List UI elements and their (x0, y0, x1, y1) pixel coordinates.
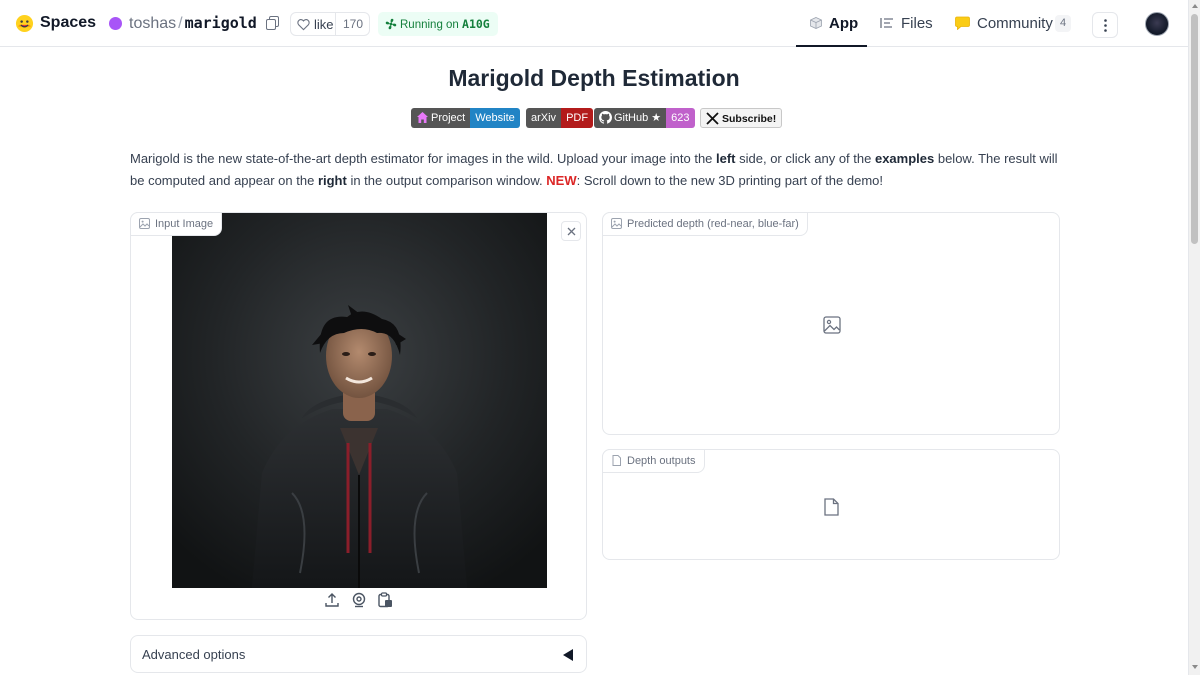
github-stars-badge[interactable]: GitHub ★ 623 (594, 108, 695, 128)
image-placeholder-icon (823, 316, 841, 334)
page-scrollbar[interactable] (1188, 0, 1200, 675)
home-icon (417, 112, 428, 123)
input-portrait-photo[interactable] (172, 213, 547, 588)
top-navbar: Spaces toshas / marigold like 170 Running … (0, 0, 1188, 47)
owner-link[interactable]: toshas (129, 15, 176, 32)
advanced-options-accordion[interactable]: Advanced options (130, 635, 587, 673)
intro-text-2: side, or click any of the (735, 151, 875, 166)
intro-bold-examples: examples (874, 151, 935, 166)
advanced-options-label: Advanced options (142, 647, 246, 662)
more-options-button[interactable] (1092, 12, 1118, 38)
breadcrumb-separator: / (178, 15, 183, 32)
depth-outputs-panel[interactable]: Depth outputs (602, 449, 1060, 560)
tab-community-label: Community (977, 15, 1053, 32)
hardware-label: A10G (462, 17, 490, 31)
subscribe-badge[interactable]: Subscribe! (700, 108, 783, 128)
intro-paragraph: Marigold is the new state-of-the-art dep… (130, 148, 1065, 192)
badge-subscribe-label: Subscribe! (722, 113, 777, 125)
repo-name-link[interactable]: marigold (185, 14, 257, 32)
image-icon (139, 218, 150, 229)
input-image-label-text: Input Image (155, 218, 214, 230)
predicted-depth-label: Predicted depth (red-near, blue-far) (602, 212, 808, 236)
like-count[interactable]: 170 (335, 13, 370, 35)
badge-github-label: GitHub ★ (614, 112, 662, 124)
tab-files-label: Files (901, 15, 933, 32)
heart-icon (297, 19, 310, 31)
tab-community[interactable]: Community 4 (955, 0, 1075, 47)
file-placeholder-icon (824, 498, 839, 516)
image-icon (611, 218, 622, 229)
clear-image-button[interactable] (561, 221, 581, 241)
badge-arxiv-label: arXiv (526, 108, 562, 128)
cube-icon (810, 17, 822, 29)
input-image-panel[interactable]: Input Image (130, 212, 587, 620)
files-icon (880, 18, 893, 28)
spaces-link[interactable]: Spaces (40, 14, 96, 32)
scroll-thumb[interactable] (1191, 14, 1198, 244)
vertical-dots-icon (1104, 19, 1107, 32)
intro-text-5: : Scroll down to the new 3D printing par… (576, 173, 884, 188)
user-avatar[interactable] (1145, 12, 1169, 36)
predicted-depth-label-text: Predicted depth (red-near, blue-far) (627, 218, 799, 230)
copy-icon[interactable] (266, 16, 279, 30)
badge-pdf-label: PDF (561, 108, 594, 128)
predicted-depth-panel[interactable]: Predicted depth (red-near, blue-far) (602, 212, 1060, 435)
community-icon (955, 16, 970, 30)
caret-left-icon[interactable] (563, 649, 573, 661)
github-icon (599, 111, 612, 124)
badge-stars-count: 623 (666, 108, 695, 128)
page-title: Marigold Depth Estimation (448, 65, 740, 91)
runtime-status-badge[interactable]: Running on A10G (378, 12, 498, 36)
image-source-toolbar (324, 592, 394, 610)
owner-avatar (109, 17, 122, 30)
badge-project-label: Project (431, 112, 466, 124)
tab-app-label: App (829, 15, 859, 32)
scroll-up-arrow-icon[interactable] (1192, 4, 1198, 8)
intro-bold-right: right (317, 173, 347, 188)
arxiv-pdf-badge[interactable]: arXiv PDF (526, 108, 594, 128)
community-count-badge: 4 (1055, 15, 1071, 32)
input-image-label: Input Image (130, 212, 223, 236)
badge-website-label: Website (470, 108, 520, 128)
scroll-down-arrow-icon[interactable] (1192, 665, 1198, 669)
intro-text-4: in the output comparison window. (346, 173, 547, 188)
file-icon (612, 455, 621, 466)
intro-text-1: Marigold is the new state-of-the-art dep… (130, 151, 717, 166)
upload-icon[interactable] (324, 592, 340, 608)
intro-bold-left: left (716, 151, 736, 166)
clipboard-paste-icon[interactable] (377, 592, 393, 608)
webcam-icon[interactable] (351, 592, 367, 608)
project-website-badge[interactable]: Project Website (411, 108, 520, 128)
depth-outputs-label-text: Depth outputs (627, 455, 696, 467)
like-label: like (314, 17, 334, 32)
x-logo-icon (706, 112, 719, 125)
repo-breadcrumb: toshas / marigold (129, 14, 257, 33)
hugging-face-logo-icon[interactable] (15, 14, 34, 33)
close-icon (567, 227, 576, 236)
tab-app[interactable]: App (796, 0, 867, 47)
running-label: Running on (400, 19, 459, 31)
intro-new-highlight: NEW (546, 173, 577, 188)
fan-icon (385, 18, 397, 30)
depth-outputs-label: Depth outputs (602, 449, 705, 473)
like-button[interactable]: like 170 (290, 12, 370, 36)
